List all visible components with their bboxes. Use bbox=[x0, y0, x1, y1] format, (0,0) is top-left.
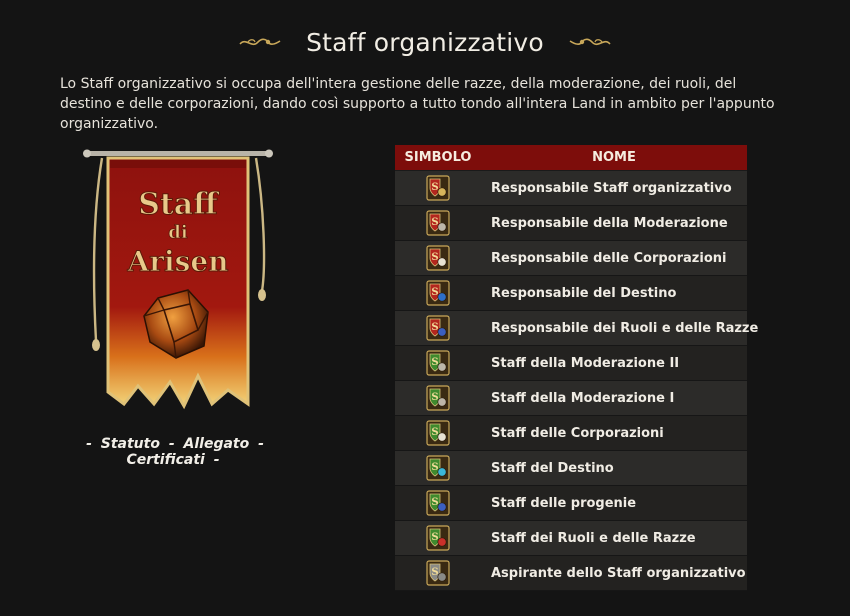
table-row: S Staff della Moderazione I bbox=[395, 380, 747, 416]
red-shield-scroll-icon: S bbox=[426, 175, 450, 201]
allegato-link[interactable]: Allegato bbox=[184, 436, 250, 452]
role-name: Staff della Moderazione II bbox=[481, 345, 747, 381]
green-shield-dice-icon: S bbox=[426, 490, 450, 516]
staff-banner-image: Staff di Arisen bbox=[83, 149, 273, 410]
table-row: S Staff delle Corporazioni bbox=[395, 415, 747, 451]
table-row: S Responsabile delle Corporazioni bbox=[395, 240, 747, 276]
role-name: Aspirante dello Staff organizzativo bbox=[481, 555, 747, 591]
table-row: S Aspirante dello Staff organizzativo bbox=[395, 555, 747, 591]
role-name: Staff delle progenie bbox=[481, 485, 747, 521]
table-row: S Responsabile della Moderazione bbox=[395, 205, 747, 241]
role-name: Staff della Moderazione I bbox=[481, 380, 747, 416]
document-links: - Statuto - Allegato - Certificati - bbox=[86, 436, 264, 468]
role-name: Responsabile delle Corporazioni bbox=[481, 240, 747, 276]
intro-text: Lo Staff organizzativo si occupa dell'in… bbox=[60, 76, 775, 132]
table-row: S Responsabile Staff organizzativo bbox=[395, 170, 747, 206]
symbol-cell: S bbox=[395, 380, 481, 416]
banner-title-line1: Staff bbox=[138, 187, 220, 222]
page-title: Staff organizzativo bbox=[306, 27, 544, 57]
right-flourish-icon bbox=[569, 38, 611, 46]
left-flourish-icon bbox=[239, 38, 281, 46]
role-name: Staff del Destino bbox=[481, 450, 747, 486]
symbol-cell: S bbox=[395, 275, 481, 311]
table-row: S Staff della Moderazione II bbox=[395, 345, 747, 381]
banner-title-line2: di bbox=[168, 222, 188, 243]
role-name: Responsabile dei Ruoli e delle Razze bbox=[481, 310, 758, 346]
red-shield-dice-icon: S bbox=[426, 315, 450, 341]
grey-shield-icon: S bbox=[426, 560, 450, 586]
column-header-symbol: SIMBOLO bbox=[395, 145, 481, 171]
green-shield-red-dice-icon: S bbox=[426, 525, 450, 551]
symbol-cell: S bbox=[395, 240, 481, 276]
table-row: S Staff del Destino bbox=[395, 450, 747, 486]
statuto-link[interactable]: Statuto bbox=[101, 436, 160, 452]
symbol-cell: S bbox=[395, 555, 481, 591]
red-shield-helmet-icon: S bbox=[426, 210, 450, 236]
column-header-name: NOME bbox=[481, 145, 747, 171]
symbol-cell: S bbox=[395, 310, 481, 346]
table-row: S Staff dei Ruoli e delle Razze bbox=[395, 520, 747, 556]
symbol-cell: S bbox=[395, 485, 481, 521]
role-name: Staff delle Corporazioni bbox=[481, 415, 747, 451]
role-name: Responsabile della Moderazione bbox=[481, 205, 747, 241]
symbol-cell: S bbox=[395, 520, 481, 556]
certificati-link[interactable]: Certificati bbox=[126, 452, 204, 468]
staff-table-body: S Responsabile Staff organizzativo S Respon… bbox=[395, 170, 758, 591]
symbol-cell: S bbox=[395, 170, 481, 206]
table-row: S Staff delle progenie bbox=[395, 485, 747, 521]
green-shield-helmet-icon: S bbox=[426, 385, 450, 411]
table-row: S Responsabile del Destino bbox=[395, 275, 747, 311]
red-shield-star-icon: S bbox=[426, 280, 450, 306]
table-header-row: SIMBOLO NOME bbox=[395, 145, 747, 171]
red-shield-document-icon: S bbox=[426, 245, 450, 271]
role-name: Staff dei Ruoli e delle Razze bbox=[481, 520, 747, 556]
symbol-cell: S bbox=[395, 345, 481, 381]
green-shield-document-icon: S bbox=[426, 420, 450, 446]
symbol-cell: S bbox=[395, 415, 481, 451]
table-row: S Responsabile dei Ruoli e delle Razze bbox=[395, 310, 758, 346]
green-shield-star-icon: S bbox=[426, 455, 450, 481]
symbol-cell: S bbox=[395, 205, 481, 241]
role-name: Responsabile Staff organizzativo bbox=[481, 170, 747, 206]
staff-table: SIMBOLO NOME S Responsabile Staff organiz… bbox=[395, 145, 758, 591]
banner-title-line3: Arisen bbox=[126, 245, 228, 278]
role-name: Responsabile del Destino bbox=[481, 275, 747, 311]
green-shield-helmet-icon: S bbox=[426, 350, 450, 376]
symbol-cell: S bbox=[395, 450, 481, 486]
title-row: Staff organizzativo bbox=[0, 24, 850, 60]
